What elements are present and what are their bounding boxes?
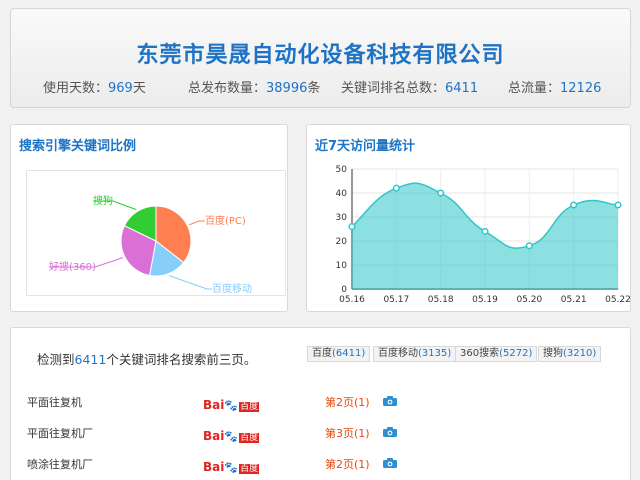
stat-keyword-rankings: 关键词排名总数：6411 — [341, 81, 479, 96]
camera-icon[interactable] — [383, 427, 397, 437]
x-tick-label: 05.21 — [561, 295, 587, 305]
pie-label-4: 搜狗 — [93, 194, 113, 207]
data-point-5[interactable] — [525, 242, 533, 250]
page: 东莞市昊晟自动化设备科技有限公司 使用天数：969天 总发布数量：38996条 … — [0, 0, 640, 480]
pie-panel-title: 搜索引擎关键词比例 — [19, 139, 137, 154]
pie-panel: 搜索引擎关键词比例 百度(PC) 百度移动 好搜(360) 搜狗 — [10, 124, 288, 312]
keyword-row-1-text: 平面往复机 — [27, 396, 82, 409]
x-tick-label: 05.19 — [472, 295, 498, 305]
pie-label-line-2 — [168, 275, 212, 290]
baidu-logo: Bai🐾 百度 — [203, 398, 260, 412]
line-chart: 0 10 20 30 40 50 05.16 05.17 05.18 05.19 05.20 05.2… — [336, 165, 630, 305]
y-tick-label: 10 — [336, 261, 348, 271]
ranking-summary: 检测到6411个关键词排名搜索前三页。 — [37, 352, 257, 367]
keyword-row-2-rank[interactable]: 第3页(1) — [325, 425, 370, 441]
x-tick-label: 05.20 — [516, 295, 542, 305]
keyword-row-2-text: 平面往复机厂 — [27, 427, 93, 440]
line-panel: 近7天访问量统计 0 10 20 30 40 50 05.16 05.17 05.18 05.19… — [306, 124, 631, 312]
stat-total-traffic: 总流量：12126 — [508, 81, 602, 96]
engine-tab-sogou[interactable]: 搜狗(3210) — [538, 346, 602, 362]
x-tick-label: 05.18 — [428, 295, 454, 305]
engine-tab-360[interactable]: 360搜索(5272) — [455, 346, 538, 362]
camera-icon[interactable] — [383, 396, 397, 406]
data-point-4[interactable] — [481, 227, 489, 235]
pie-label-line-1 — [189, 220, 205, 226]
baidu-logo: Bai🐾 百度 — [203, 429, 260, 443]
stat-days: 使用天数：969天 — [43, 81, 146, 96]
data-point-1[interactable] — [348, 223, 356, 231]
data-point-6[interactable] — [570, 201, 578, 209]
ranking-panel: 检测到6411个关键词排名搜索前三页。 百度(6411) 百度移动(3135) … — [10, 327, 631, 480]
y-tick-label: 40 — [336, 189, 348, 199]
pie-label-3: 好搜(360) — [49, 260, 96, 273]
baidu-logo: Bai🐾 百度 — [203, 460, 260, 474]
header-panel: 东莞市昊晟自动化设备科技有限公司 使用天数：969天 总发布数量：38996条 … — [10, 8, 631, 108]
keyword-row-1-rank[interactable]: 第2页(1) — [325, 394, 370, 410]
stat-total-posts: 总发布数量：38996条 — [188, 81, 321, 96]
x-tick-label: 05.17 — [383, 295, 409, 305]
y-tick-label: 30 — [336, 213, 348, 223]
company-name: 东莞市昊晟自动化设备科技有限公司 — [136, 43, 505, 68]
y-tick-label: 20 — [336, 237, 348, 247]
y-tick-label: 50 — [336, 165, 348, 175]
engine-tab-baidu-mobile[interactable]: 百度移动(3135) — [373, 346, 457, 362]
pie-label-1: 百度(PC) — [205, 214, 246, 227]
x-tick-label: 05.16 — [339, 295, 365, 305]
keyword-row-3-text: 喷涂往复机厂 — [27, 458, 93, 471]
data-point-2[interactable] — [392, 184, 400, 192]
camera-icon[interactable] — [383, 458, 397, 468]
data-point-7[interactable] — [614, 201, 622, 209]
engine-tab-baidu[interactable]: 百度(6411) — [307, 346, 371, 362]
data-point-3[interactable] — [437, 189, 445, 197]
y-tick-label: 0 — [341, 285, 347, 295]
stats-bar: 使用天数：969天 总发布数量：38996条 关键词排名总数：6411 总流量：… — [11, 77, 630, 97]
pie-frame: 百度(PC) 百度移动 好搜(360) 搜狗 — [26, 170, 286, 296]
pie-label-2: 百度移动 — [212, 282, 252, 295]
keyword-row-3-rank[interactable]: 第2页(1) — [325, 456, 370, 472]
x-tick-label: 05.22 — [605, 295, 630, 305]
pie-chart: 百度(PC) 百度移动 好搜(360) 搜狗 — [49, 194, 252, 295]
